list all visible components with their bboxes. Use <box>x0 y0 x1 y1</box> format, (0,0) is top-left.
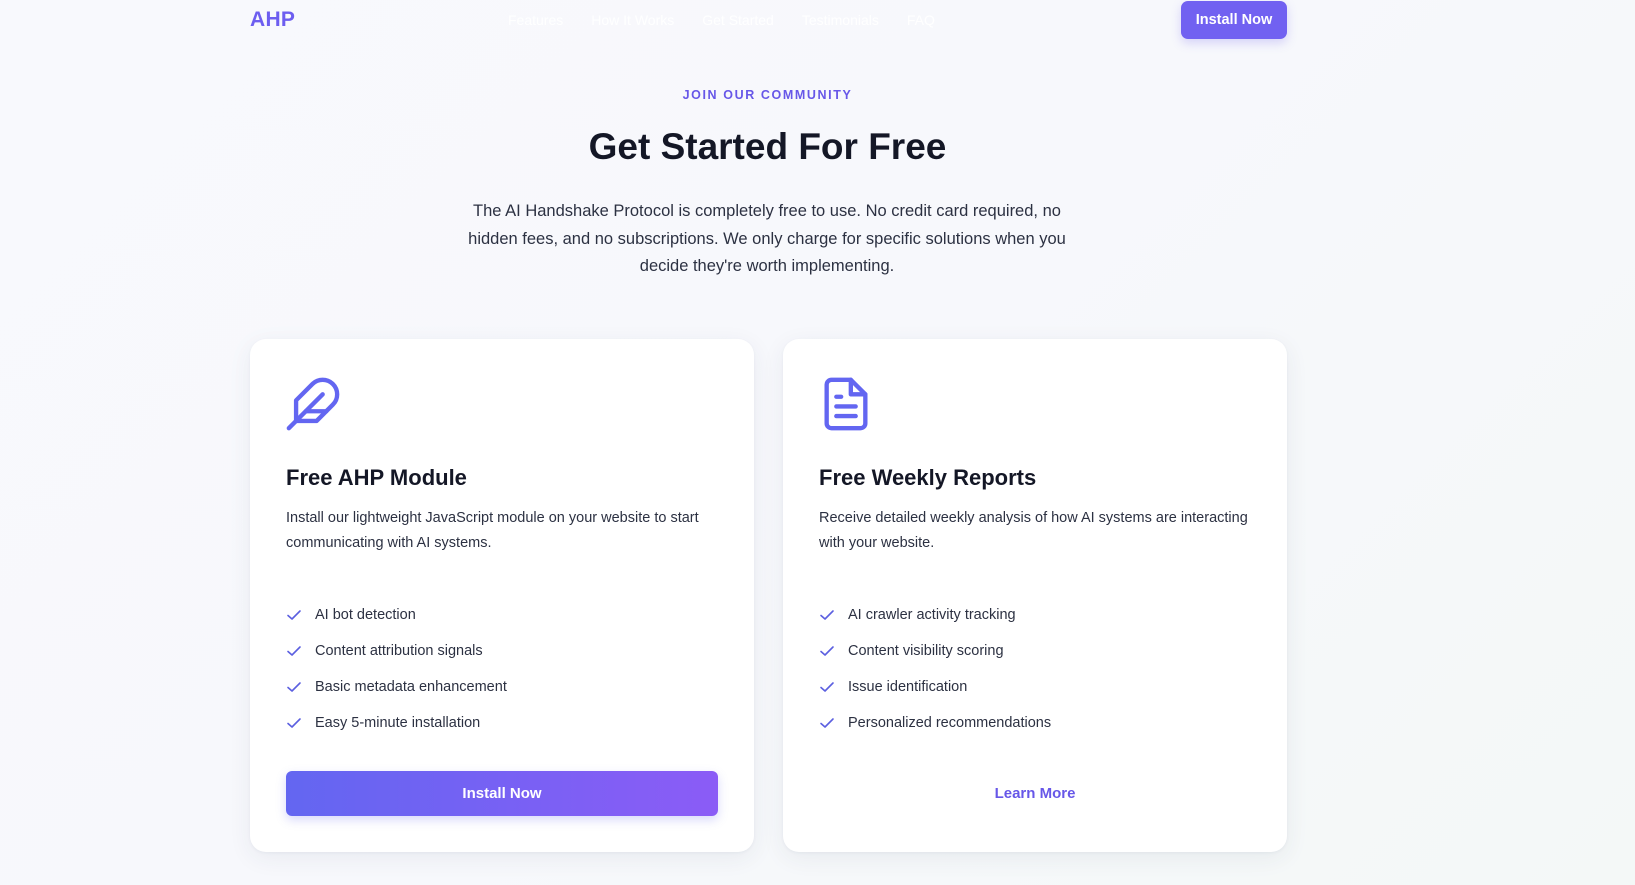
feature-label: AI crawler activity tracking <box>848 607 1016 623</box>
feature-label: Content visibility scoring <box>848 643 1004 659</box>
check-icon <box>820 646 834 656</box>
feature-list: AI crawler activity tracking Content vis… <box>819 597 1051 741</box>
feature-label: Basic metadata enhancement <box>315 679 507 695</box>
list-item: Issue identification <box>819 669 1051 705</box>
card-title: Free Weekly Reports <box>819 465 1037 490</box>
card-title: Free AHP Module <box>286 465 467 490</box>
install-now-nav-button[interactable]: Install Now <box>1181 1 1287 39</box>
feature-label: Issue identification <box>848 679 968 695</box>
list-item: Content visibility scoring <box>819 633 1051 669</box>
card-description: Install our lightweight JavaScript modul… <box>286 510 699 551</box>
check-icon <box>820 718 834 728</box>
check-icon <box>287 718 301 728</box>
check-icon <box>287 610 301 620</box>
nav-link-get-started[interactable]: Get Started <box>702 12 774 28</box>
nav-link-testimonials[interactable]: Testimonials <box>802 12 879 28</box>
nav-link-faq[interactable]: FAQ <box>907 12 935 28</box>
feature-label: AI bot detection <box>315 607 416 623</box>
nav-link-features[interactable]: Features <box>508 12 563 28</box>
list-item: Personalized recommendations <box>819 705 1051 741</box>
nav-links: Features How It Works Get Started Testim… <box>508 12 935 28</box>
list-item: Basic metadata enhancement <box>286 669 507 705</box>
check-icon <box>287 646 301 656</box>
check-icon <box>820 610 834 620</box>
page-title: Get Started For Free <box>588 126 947 167</box>
feature-label: Personalized recommendations <box>848 715 1052 731</box>
install-now-button[interactable]: Install Now <box>286 771 718 816</box>
check-icon <box>287 682 301 692</box>
feature-list: AI bot detection Content attribution sig… <box>286 597 507 741</box>
feature-label: Easy 5-minute installation <box>315 715 481 731</box>
list-item: AI crawler activity tracking <box>819 597 1051 633</box>
card-description: Receive detailed weekly analysis of how … <box>819 510 1248 551</box>
logo[interactable]: AHP <box>250 8 295 32</box>
learn-more-button[interactable]: Learn More <box>819 771 1251 816</box>
free-module-card: Free AHP Module Install our lightweight … <box>250 339 754 852</box>
list-item: Easy 5-minute installation <box>286 705 507 741</box>
document-icon <box>824 377 868 431</box>
section-eyebrow: JOIN OUR COMMUNITY <box>682 88 853 102</box>
check-icon <box>820 682 834 692</box>
feature-label: Content attribution signals <box>315 643 483 659</box>
nav-link-how-it-works[interactable]: How It Works <box>591 12 674 28</box>
list-item: AI bot detection <box>286 597 507 633</box>
top-nav: AHP Features How It Works Get Started Te… <box>0 0 1635 42</box>
list-item: Content attribution signals <box>286 633 507 669</box>
feather-icon <box>286 377 340 431</box>
weekly-reports-card: Free Weekly Reports Receive detailed wee… <box>783 339 1287 852</box>
section-description: The AI Handshake Protocol is completely … <box>468 202 1066 275</box>
